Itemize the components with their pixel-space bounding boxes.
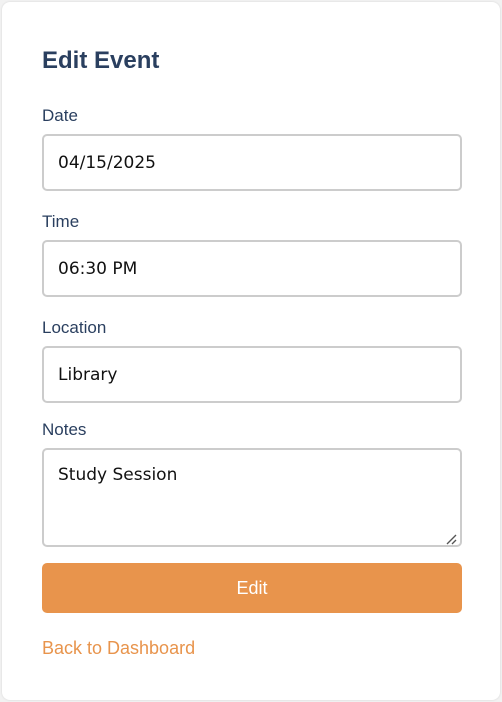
notes-textarea[interactable]: Study Session	[42, 448, 462, 547]
page-title: Edit Event	[42, 47, 160, 74]
location-input[interactable]	[42, 346, 462, 403]
time-input[interactable]	[42, 240, 462, 297]
date-input[interactable]	[42, 134, 462, 191]
location-label: Location	[42, 318, 107, 337]
notes-label: Notes	[42, 420, 87, 439]
edit-button[interactable]: Edit	[42, 563, 462, 613]
resize-grip-icon[interactable]	[445, 533, 457, 545]
time-label: Time	[42, 212, 80, 231]
edit-event-card: Edit Event Date Time Location Notes Stud…	[2, 2, 500, 700]
back-to-dashboard-link[interactable]: Back to Dashboard	[42, 637, 195, 659]
date-label: Date	[42, 106, 78, 125]
